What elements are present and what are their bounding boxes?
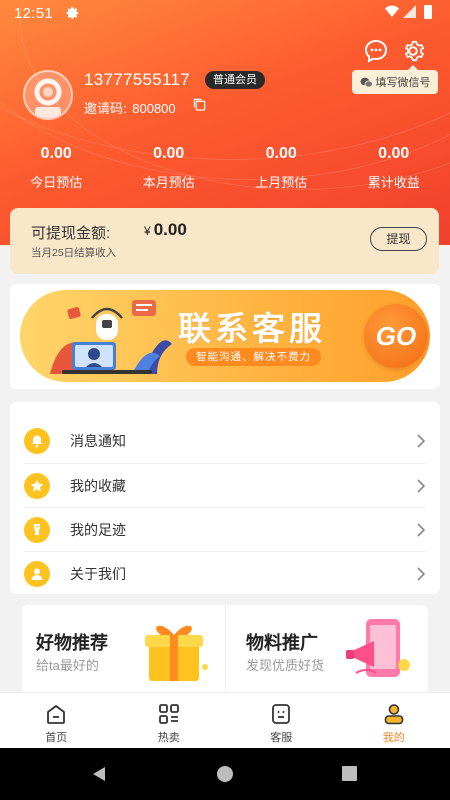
user-icon [24, 560, 50, 587]
tab-label: 首页 [45, 732, 68, 744]
menu-label: 我的足迹 [70, 521, 126, 538]
wifi-icon [385, 5, 399, 17]
stat-label: 上月预估 [255, 175, 308, 190]
chevron-right-icon [417, 566, 426, 581]
currency-symbol: ¥ [144, 224, 151, 238]
invite-code: 800800 [132, 101, 176, 116]
promo-subtitle: 发现优质好货 [246, 658, 325, 673]
wechat-icon [360, 77, 373, 87]
grid-list-icon [158, 704, 179, 724]
withdraw-card: 可提现金额: ¥0.00 当月25日结算收入 提现 [10, 208, 439, 274]
stat-this-month[interactable]: 0.00 本月预估 [113, 145, 226, 191]
stat-value: 0.00 [153, 145, 185, 162]
status-bar: 12:51 [0, 0, 450, 28]
menu-item-about-us[interactable]: 关于我们 [24, 551, 426, 595]
stat-label: 本月预估 [142, 175, 195, 190]
invite-code-row: 邀请码: 800800 [84, 98, 176, 117]
settings-icon[interactable] [400, 38, 426, 64]
battery-icon [424, 5, 432, 19]
fill-wechat-button[interactable]: 填写微信号 [352, 65, 438, 94]
stat-value: 0.00 [265, 145, 297, 162]
chevron-right-icon [417, 522, 426, 537]
withdraw-amount: ¥0.00 [144, 220, 187, 240]
signal-icon [403, 5, 416, 18]
bell-icon [24, 428, 50, 454]
profile-icon [384, 704, 404, 725]
menu-item-notifications[interactable]: 消息通知 [24, 419, 426, 463]
menu-label: 消息通知 [70, 433, 126, 449]
settings-status-icon [66, 7, 79, 19]
promo-cards: 好物推荐 给ta最好的 物料推广 发现优质好货 [22, 605, 428, 695]
chevron-right-icon [417, 478, 426, 493]
promo-title: 物料推广 [246, 633, 318, 653]
promo-card-recommend[interactable]: 好物推荐 给ta最好的 [22, 605, 225, 695]
invite-label: 邀请码: [84, 101, 127, 116]
customer-service-illustration [50, 300, 172, 374]
tab-label: 热卖 [157, 732, 180, 744]
default-avatar-icon [34, 78, 62, 118]
tab-mine[interactable]: 我的 [338, 693, 450, 748]
system-nav-bar [0, 748, 450, 800]
menu-label: 关于我们 [70, 565, 126, 582]
customer-service-banner[interactable]: 联系客服 智能沟通、解决不费力 GO [20, 290, 430, 382]
member-badge: 普通会员 [205, 71, 265, 89]
customer-service-panel: 联系客服 智能沟通、解决不费力 GO [10, 284, 440, 389]
chevron-right-icon [417, 434, 426, 448]
tab-label: 客服 [270, 732, 293, 744]
service-icon [272, 704, 291, 724]
message-icon[interactable] [363, 38, 389, 64]
stat-value: 0.00 [40, 145, 72, 162]
withdraw-label: 可提现金额: [31, 225, 111, 242]
promo-card-materials[interactable]: 物料推广 发现优质好货 [225, 605, 428, 695]
menu-item-footprints[interactable]: 我的足迹 [24, 507, 426, 551]
tab-label: 我的 [382, 732, 405, 744]
megaphone-phone-icon [346, 619, 410, 677]
copy-icon[interactable] [193, 98, 206, 111]
stat-label: 今日预估 [30, 175, 83, 190]
tab-service[interactable]: 客服 [225, 693, 338, 748]
go-button[interactable]: GO [364, 304, 428, 368]
gift-icon [145, 625, 208, 681]
recents-square-icon[interactable] [342, 766, 357, 781]
promo-subtitle: 给ta最好的 [36, 658, 99, 673]
banner-title: 联系客服 [178, 310, 326, 347]
stat-total[interactable]: 0.00 累计收益 [338, 145, 450, 191]
status-time: 12:51 [14, 5, 54, 22]
footprint-icon [24, 516, 50, 543]
menu-label: 我的收藏 [70, 477, 126, 494]
withdraw-button[interactable]: 提现 [370, 227, 427, 251]
menu-list: 消息通知 我的收藏 我的足迹 关于我们 [10, 402, 440, 594]
avatar[interactable] [23, 70, 73, 120]
fill-wechat-label: 填写微信号 [375, 77, 431, 89]
withdraw-amount-value: 0.00 [153, 220, 187, 239]
star-icon [24, 472, 50, 499]
earnings-stats: 0.00 今日预估 0.00 本月预估 0.00 上月预估 0.00 累计收益 [0, 145, 450, 191]
menu-item-favorites[interactable]: 我的收藏 [24, 463, 426, 507]
stat-last-month[interactable]: 0.00 上月预估 [225, 145, 338, 191]
home-icon [47, 705, 66, 724]
back-icon[interactable] [91, 766, 107, 782]
promo-title: 好物推荐 [36, 633, 108, 653]
bottom-tab-bar: 首页 热卖 客服 我的 [0, 692, 450, 748]
tab-home[interactable]: 首页 [0, 693, 113, 748]
stat-value: 0.00 [378, 145, 410, 162]
stat-today[interactable]: 0.00 今日预估 [0, 145, 113, 191]
username: 13777555117 [84, 70, 191, 89]
banner-subtitle: 智能沟通、解决不费力 [186, 348, 321, 366]
home-circle-icon[interactable] [217, 766, 233, 782]
tab-hot-sale[interactable]: 热卖 [113, 693, 226, 748]
stat-label: 累计收益 [367, 175, 420, 190]
settlement-note: 当月25日结算收入 [31, 247, 117, 259]
